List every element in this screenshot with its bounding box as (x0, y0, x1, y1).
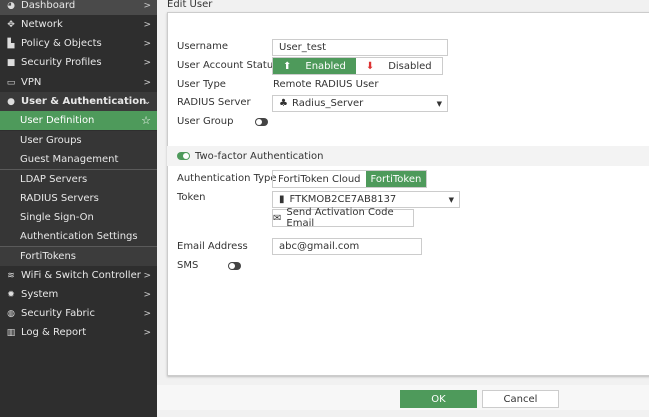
disabled-label: Disabled (388, 60, 432, 72)
auth-type-toggle: FortiToken Cloud FortiToken (272, 170, 428, 188)
lock-icon: ■ (6, 57, 16, 68)
nav-user-authentication[interactable]: ● User & Authentication ⌄ (0, 92, 157, 112)
token-label: Token (177, 192, 206, 203)
nav-label: Guest Management (20, 154, 119, 166)
caret-down-icon: ▼ (436, 99, 442, 108)
nav-radius-servers[interactable]: RADIUS Servers (0, 189, 157, 209)
chevron-right-icon: > (143, 19, 151, 30)
nav-label: User & Authentication (21, 96, 147, 108)
nav-policy-objects[interactable]: ▙ Policy & Objects > (0, 34, 157, 53)
radius-server-value: Radius_Server (291, 98, 364, 109)
nav-security-fabric[interactable]: ◍ Security Fabric > (0, 304, 157, 323)
user-type-label: User Type (177, 79, 226, 90)
nav-label: Authentication Settings (20, 231, 138, 243)
chevron-right-icon: > (143, 77, 151, 88)
nav-label: User Definition (20, 115, 95, 127)
send-email-label: Send Activation Code Email (286, 207, 394, 229)
disabled-option[interactable]: ⬇ Disabled (356, 58, 442, 74)
nav-label: Policy & Objects (21, 38, 102, 50)
nav-label: FortiTokens (20, 251, 76, 263)
chevron-right-icon: > (143, 270, 151, 281)
nav-user-groups[interactable]: User Groups (0, 131, 157, 151)
chevron-down-icon: ⌄ (143, 96, 151, 107)
nav-authentication-settings[interactable]: Authentication Settings (0, 227, 157, 247)
caret-down-icon: ▼ (448, 195, 454, 204)
nav-label: Security Profiles (21, 57, 102, 69)
email-label: Email Address (177, 241, 248, 252)
two-factor-toggle[interactable] (177, 152, 190, 160)
mobile-icon: ▮ (279, 194, 285, 205)
nav-user-definition[interactable]: User Definition ☆ (0, 111, 157, 131)
dashboard-icon: ◕ (7, 0, 15, 11)
fortitoken-cloud-option[interactable]: FortiToken Cloud (273, 171, 366, 187)
auth-type-label: Authentication Type (177, 173, 277, 184)
nav-label: Security Fabric (21, 308, 95, 320)
nav-single-sign-on[interactable]: Single Sign-On (0, 208, 157, 228)
user-group-label: User Group (177, 116, 234, 127)
radius-server-label: RADIUS Server (177, 97, 251, 108)
sidebar: ◕ Dashboard > ✥ Network > ▙ Policy & Objects >… (0, 0, 157, 417)
two-factor-label: Two-factor Authentication (195, 150, 324, 162)
gear-icon: ✹ (7, 289, 15, 300)
status-toggle: ⬆ Enabled ⬇ Disabled (272, 57, 443, 75)
user-group-toggle[interactable] (255, 118, 268, 126)
chevron-right-icon: > (143, 57, 151, 68)
fabric-icon: ◍ (7, 308, 15, 319)
nav-label: System (21, 289, 59, 301)
nav-label: LDAP Servers (20, 174, 88, 186)
arrow-up-circle-icon: ⬆ (283, 60, 292, 72)
nav-label: Single Sign-On (20, 212, 94, 224)
nav-system[interactable]: ✹ System > (0, 285, 157, 304)
chevron-right-icon: > (143, 38, 151, 49)
nav-dashboard[interactable]: ◕ Dashboard > (0, 0, 157, 16)
username-label: Username (177, 41, 228, 52)
enabled-label: Enabled (305, 60, 346, 72)
username-input[interactable]: User_test (272, 39, 448, 56)
server-user-icon: ♣ (279, 98, 288, 109)
user-icon: ● (7, 96, 15, 107)
nav-fortitokens[interactable]: FortiTokens (0, 247, 157, 267)
sms-toggle[interactable] (228, 262, 241, 270)
nav-label: RADIUS Servers (20, 193, 99, 205)
nav-label: VPN (21, 77, 42, 89)
nav-guest-management[interactable]: Guest Management (0, 150, 157, 170)
radius-server-select[interactable]: ♣ Radius_Server ▼ (272, 95, 448, 112)
nav-log-report[interactable]: ▥ Log & Report > (0, 323, 157, 342)
nav-label: Log & Report (21, 327, 87, 339)
email-input[interactable]: abc@gmail.com (272, 238, 422, 255)
network-icon: ✥ (7, 19, 15, 30)
fortitoken-option[interactable]: FortiToken (365, 171, 427, 187)
chevron-right-icon: > (143, 327, 151, 338)
nav-security-profiles[interactable]: ■ Security Profiles > (0, 53, 157, 72)
two-factor-section: Two-factor Authentication (167, 146, 649, 166)
user-type-value: Remote RADIUS User (273, 79, 379, 90)
ok-button[interactable]: OK (400, 390, 477, 408)
status-label: User Account Status (177, 60, 279, 71)
wifi-icon: ≋ (7, 270, 15, 281)
nav-vpn[interactable]: ▭ VPN > (0, 73, 157, 92)
chevron-right-icon: > (143, 308, 151, 319)
token-select[interactable]: ▮ FTKMOB2CE7AB8137 ▼ (272, 191, 460, 208)
nav-network[interactable]: ✥ Network > (0, 15, 157, 34)
chart-icon: ▥ (6, 327, 16, 338)
nav-ldap-servers[interactable]: LDAP Servers (0, 170, 157, 190)
policy-icon: ▙ (7, 38, 15, 49)
nav-label: Dashboard (21, 0, 76, 12)
chevron-right-icon: > (143, 289, 151, 300)
monitor-icon: ▭ (6, 77, 16, 88)
envelope-icon: ✉ (273, 212, 282, 224)
enabled-option[interactable]: ⬆ Enabled (273, 58, 356, 74)
chevron-right-icon: > (143, 0, 151, 11)
nav-wifi-switch[interactable]: ≋ WiFi & Switch Controller > (0, 266, 157, 285)
page-title: Edit User (167, 0, 213, 10)
nav-label: WiFi & Switch Controller (21, 270, 141, 282)
nav-label: User Groups (20, 135, 82, 147)
sms-label: SMS (177, 260, 199, 271)
token-value: FTKMOB2CE7AB8137 (289, 194, 397, 205)
cancel-button[interactable]: Cancel (482, 390, 559, 408)
arrow-down-circle-icon: ⬇ (365, 60, 375, 72)
send-activation-email-button[interactable]: ✉ Send Activation Code Email (272, 207, 414, 229)
star-icon[interactable]: ☆ (141, 114, 151, 127)
nav-label: Network (21, 19, 63, 31)
